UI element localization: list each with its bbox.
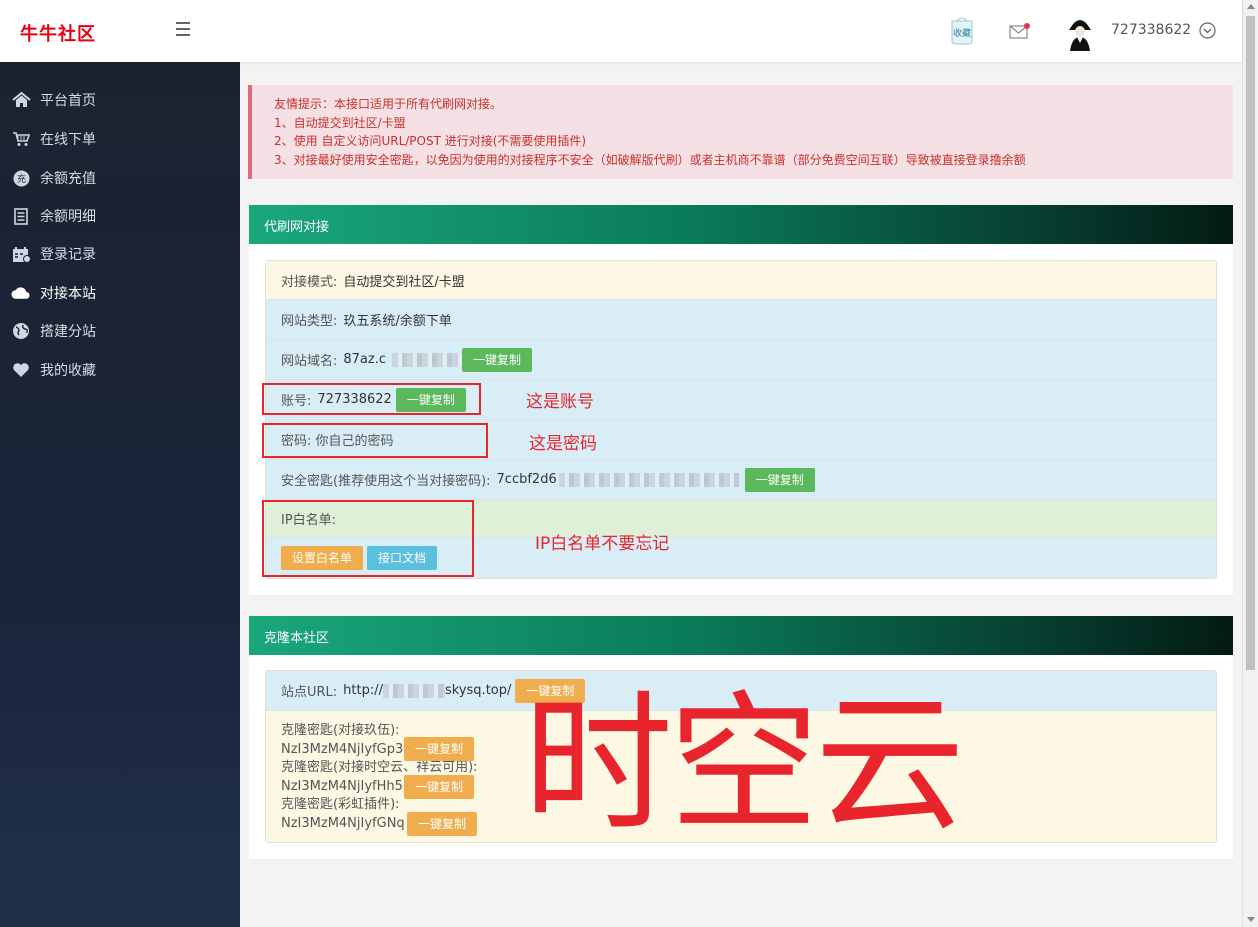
top-bar: 牛牛社区 收藏 727338622 bbox=[0, 0, 1242, 62]
alert-line: 友情提示：本接口适用于所有代刷网对接。 bbox=[274, 97, 503, 111]
site-url-prefix: http:// bbox=[343, 683, 383, 698]
copy-key3-button[interactable]: 一键复制 bbox=[407, 812, 478, 836]
alert-line: 3、对接最好使用安全密匙，以免因为使用的对接程序不安全（如破解版代刷）或者主机商… bbox=[274, 152, 1026, 167]
blurred-secret bbox=[558, 472, 739, 487]
sidebar-item-login-record[interactable]: 登录记录 bbox=[0, 235, 240, 273]
password-highlight-box bbox=[262, 423, 488, 458]
brand-logo[interactable]: 牛牛社区 bbox=[20, 20, 96, 46]
sidebar-item-ledger[interactable]: 余额明细 bbox=[0, 197, 240, 235]
cart-icon bbox=[11, 130, 31, 148]
sidebar-item-home[interactable]: 平台首页 bbox=[0, 81, 240, 119]
type-value: 玖五系统/余额下单 bbox=[343, 314, 452, 329]
sidebar-item-label: 登录记录 bbox=[40, 247, 96, 263]
type-label: 网站类型: bbox=[281, 314, 338, 329]
sidebar-item-label: 余额充值 bbox=[40, 171, 96, 187]
domain-row: 网站域名: 87az.c 一键复制 bbox=[266, 340, 1216, 380]
home-icon bbox=[11, 91, 31, 109]
mode-row: 对接模式: 自动提交到社区/卡盟 bbox=[266, 261, 1216, 300]
mail-icon[interactable] bbox=[1009, 22, 1031, 40]
secret-row: 安全密匙(推荐使用这个当对接密码): 7ccbf2d6 一键复制 bbox=[266, 460, 1216, 500]
sidebar-item-label: 余额明细 bbox=[40, 209, 96, 225]
username[interactable]: 727338622 bbox=[1111, 22, 1191, 38]
site-url-suffix: skysq.top/ bbox=[445, 683, 512, 698]
alert-line: 2、使用 自定义访问URL/POST 进行对接(不需要使用插件) bbox=[274, 134, 587, 148]
domain-label: 网站域名: bbox=[281, 354, 338, 369]
ledger-icon bbox=[11, 207, 31, 225]
favorites-icon-text: 收藏 bbox=[953, 27, 971, 39]
account-annotation: 这是账号 bbox=[526, 392, 594, 412]
menu-toggle-icon[interactable] bbox=[176, 22, 192, 38]
site-url-label: 站点URL: bbox=[281, 685, 338, 700]
chevron-down-icon[interactable] bbox=[1199, 22, 1216, 39]
scroll-down-arrow-icon[interactable] bbox=[1247, 917, 1255, 922]
watermark-text: 时空云 bbox=[523, 678, 965, 852]
blurred-domain bbox=[392, 352, 463, 367]
clone-panel-title: 克隆本社区 bbox=[249, 616, 1233, 655]
notice-alert: 友情提示：本接口适用于所有代刷网对接。 1、自动提交到社区/卡盟 2、使用 自定… bbox=[248, 85, 1233, 179]
copy-key1-button[interactable]: 一键复制 bbox=[404, 737, 475, 761]
sidebar: 平台首页 在线下单 充 余额充值 余额明细 登录记录 对接本站 搭建分站 我的收… bbox=[0, 62, 240, 927]
scrollbar-thumb[interactable] bbox=[1246, 16, 1255, 670]
sidebar-item-dock[interactable]: 对接本站 bbox=[0, 274, 240, 312]
copy-secret-button[interactable]: 一键复制 bbox=[744, 467, 815, 492]
sidebar-item-label: 搭建分站 bbox=[40, 324, 96, 340]
secret-label: 安全密匙(推荐使用这个当对接密码): bbox=[281, 474, 491, 489]
mode-label: 对接模式: bbox=[281, 274, 338, 290]
mode-value: 自动提交到社区/卡盟 bbox=[343, 274, 465, 290]
globe-icon bbox=[11, 322, 31, 340]
ip-annotation: IP白名单不要忘记 bbox=[535, 534, 670, 554]
ip-highlight-box bbox=[262, 500, 474, 577]
svg-text:充: 充 bbox=[16, 173, 25, 185]
secret-value: 7ccbf2d6 bbox=[496, 472, 557, 487]
copy-key2-button[interactable]: 一键复制 bbox=[404, 775, 475, 799]
blurred-url bbox=[383, 683, 445, 698]
cloud-icon bbox=[11, 284, 31, 302]
sidebar-item-substation[interactable]: 搭建分站 bbox=[0, 312, 240, 350]
sidebar-item-label: 对接本站 bbox=[40, 286, 96, 302]
sidebar-item-label: 我的收藏 bbox=[40, 363, 96, 379]
avatar[interactable] bbox=[1067, 13, 1093, 51]
login-record-icon bbox=[11, 245, 31, 263]
sidebar-item-label: 平台首页 bbox=[40, 93, 96, 109]
dock-panel-title: 代刷网对接 bbox=[249, 205, 1233, 244]
recharge-icon: 充 bbox=[11, 169, 31, 187]
alert-line: 1、自动提交到社区/卡盟 bbox=[274, 115, 406, 130]
heart-icon bbox=[11, 361, 31, 379]
sidebar-item-label: 在线下单 bbox=[40, 132, 96, 148]
account-highlight-box bbox=[262, 383, 481, 415]
password-annotation: 这是密码 bbox=[529, 434, 597, 454]
scroll-up-arrow-icon[interactable] bbox=[1247, 4, 1255, 9]
domain-value: 87az.c bbox=[343, 352, 387, 367]
type-row: 网站类型: 玖五系统/余额下单 bbox=[266, 300, 1216, 340]
sidebar-item-recharge[interactable]: 充 余额充值 bbox=[0, 159, 240, 197]
favorites-icon[interactable]: 收藏 bbox=[948, 15, 976, 47]
sidebar-item-favorites[interactable]: 我的收藏 bbox=[0, 351, 240, 389]
vertical-scrollbar[interactable] bbox=[1242, 0, 1258, 927]
sidebar-item-order[interactable]: 在线下单 bbox=[0, 120, 240, 158]
copy-domain-button[interactable]: 一键复制 bbox=[462, 347, 533, 372]
